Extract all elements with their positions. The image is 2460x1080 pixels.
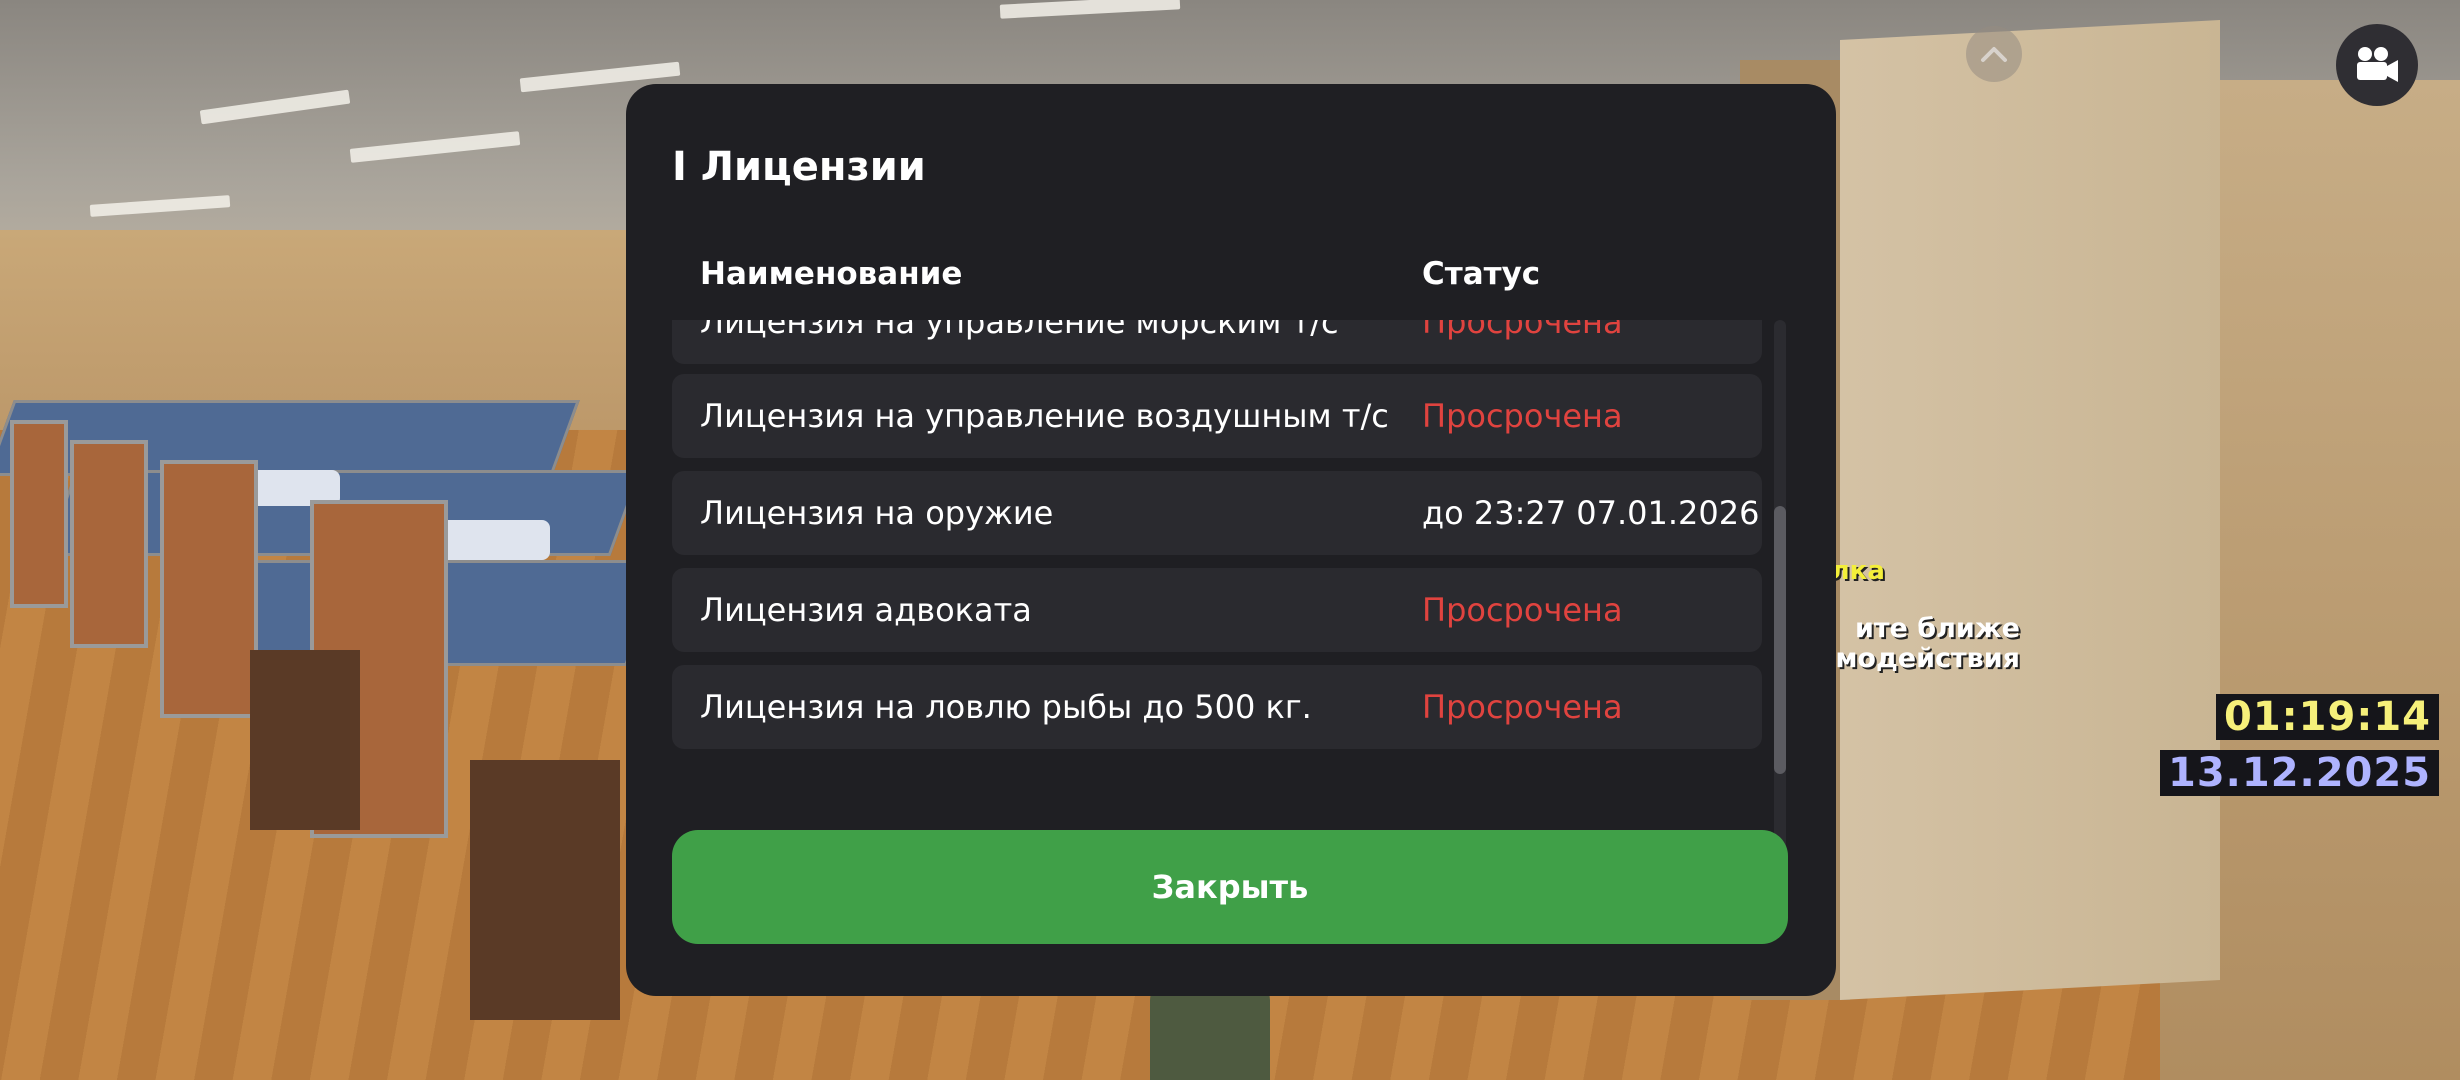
bed-headboard (70, 440, 148, 648)
camera-view-button[interactable] (2336, 24, 2418, 106)
nightstand (470, 760, 620, 1020)
scrollbar-thumb[interactable] (1774, 506, 1786, 774)
licenses-modal: I Лицензии Наименование Статус Лицензия … (626, 84, 1836, 996)
modal-title: I Лицензии (672, 144, 926, 190)
license-status: Просрочена (1422, 688, 1623, 726)
license-row: Лицензия адвоката Просрочена (672, 568, 1762, 652)
bed-headboard (160, 460, 258, 718)
game-clock-date: 13.12.2025 (2160, 750, 2440, 796)
license-name: Лицензия на ловлю рыбы до 500 кг. (700, 688, 1312, 726)
license-status: Просрочена (1422, 320, 1623, 341)
license-name: Лицензия на управление воздушным т/с (700, 397, 1389, 435)
door (1840, 20, 2220, 1000)
license-status: Просрочена (1422, 591, 1623, 629)
license-status: до 23:27 07.01.2026 (1422, 494, 1760, 532)
video-camera-icon (2357, 47, 2398, 82)
license-status: Просрочена (1422, 397, 1623, 435)
license-row: Лицензия на ловлю рыбы до 500 кг. Просро… (672, 665, 1762, 749)
license-row: Лицензия на управление воздушным т/с Про… (672, 374, 1762, 458)
list-scrollbar[interactable] (1774, 320, 1786, 860)
license-name: Лицензия на управление морским т/с (700, 320, 1339, 341)
licenses-list[interactable]: Лицензия на управление морским т/с Проср… (672, 320, 1792, 860)
collapse-hud-button[interactable] (1966, 26, 2022, 82)
pillow (430, 520, 550, 560)
column-header-status: Статус (1422, 256, 1541, 292)
license-name: Лицензия адвоката (700, 591, 1032, 629)
game-clock-time: 01:19:14 (2216, 694, 2439, 740)
license-row: Лицензия на управление морским т/с Проср… (672, 320, 1762, 364)
close-button[interactable]: Закрыть (672, 830, 1788, 944)
column-header-name: Наименование (700, 256, 963, 292)
nightstand (250, 650, 360, 830)
license-row: Лицензия на оружие до 23:27 07.01.2026 (672, 471, 1762, 555)
license-name: Лицензия на оружие (700, 494, 1054, 532)
bed-headboard (10, 420, 68, 608)
chevron-up-icon (1981, 47, 2007, 62)
